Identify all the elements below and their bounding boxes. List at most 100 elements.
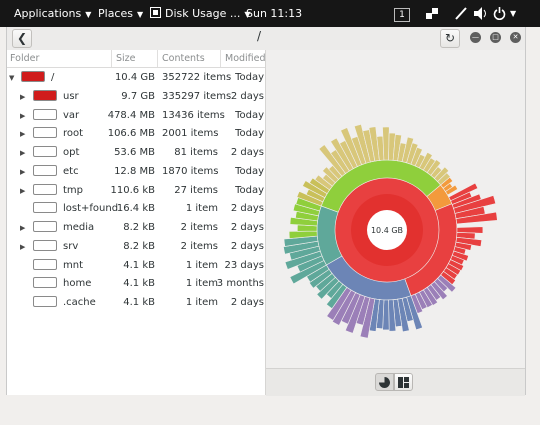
- folder-modified: 2 days: [230, 297, 264, 308]
- header-bar: ❮ / ↻ — □ ✕: [7, 27, 525, 51]
- table-row[interactable]: mnt 4.1 kB 1 item 23 days: [7, 256, 265, 275]
- clock[interactable]: Sun 11:13: [246, 0, 302, 27]
- directory-arc-segment[interactable]: [382, 126, 390, 161]
- table-row[interactable]: ▶ srv 8.2 kB 2 items 2 days: [7, 237, 265, 256]
- folder-contents: 2 items: [180, 240, 218, 252]
- folder-size: 16.4 kB: [116, 203, 155, 215]
- table-row[interactable]: home 4.1 kB 1 item 3 months: [7, 274, 265, 293]
- folder-contents: 27 items: [174, 184, 218, 196]
- path-title: /: [257, 29, 262, 43]
- expander-right-icon[interactable]: ▶: [20, 187, 25, 195]
- table-row[interactable]: ▼ / 10.4 GB 352722 items Today: [7, 68, 265, 87]
- folder-modified: Today: [235, 72, 264, 83]
- expander-down-icon[interactable]: ▼: [9, 74, 14, 82]
- folder-name: media: [63, 222, 95, 233]
- places-label: Places: [98, 7, 133, 20]
- back-button[interactable]: ❮: [12, 29, 32, 48]
- expander-right-icon[interactable]: ▶: [20, 93, 25, 101]
- folder-modified: Today: [235, 128, 264, 140]
- folder-size: 106.6 MB: [107, 128, 155, 140]
- expander-right-icon[interactable]: ▶: [20, 243, 25, 251]
- folder-size: 8.2 kB: [123, 222, 155, 233]
- folder-name: var: [63, 109, 80, 121]
- column-divider: [111, 50, 112, 67]
- expander-right-icon[interactable]: ▶: [20, 224, 25, 232]
- chevron-down-icon: ▼: [136, 10, 144, 19]
- table-row[interactable]: ▶ tmp 110.6 kB 27 items Today: [7, 181, 265, 200]
- table-row[interactable]: .cache 4.1 kB 1 item 2 days: [7, 293, 265, 312]
- folder-size: 4.1 kB: [123, 278, 155, 290]
- disk-usage-app-icon: [150, 7, 161, 18]
- folder-modified: 2 days: [230, 240, 264, 252]
- folder-modified: 3 months: [216, 278, 264, 290]
- workspace-indicator[interactable]: 1: [394, 8, 410, 22]
- folder-color-swatch: [33, 146, 57, 157]
- places-menu[interactable]: Places ▼: [98, 0, 143, 27]
- table-row[interactable]: ▶ opt 53.6 MB 81 items 2 days: [7, 143, 265, 162]
- folder-modified: Today: [235, 165, 264, 177]
- folder-size: 9.7 GB: [121, 90, 155, 102]
- folder-size: 4.1 kB: [123, 297, 155, 308]
- folder-color-swatch: [33, 221, 57, 232]
- applications-menu[interactable]: Applications ▼: [14, 0, 91, 27]
- rings-view-button[interactable]: [375, 373, 394, 391]
- column-divider: [220, 50, 221, 67]
- folder-color-swatch: [33, 239, 57, 251]
- table-row[interactable]: ▶ usr 9.7 GB 335297 items 2 days: [7, 87, 265, 106]
- folder-name: .cache: [63, 297, 96, 308]
- chevron-down-icon[interactable]: ▼: [510, 0, 516, 27]
- table-row[interactable]: lost+found 16.4 kB 1 item 2 days: [7, 199, 265, 218]
- folder-name: root: [63, 128, 84, 140]
- expander-right-icon[interactable]: ▶: [20, 130, 25, 138]
- pen-tablet-icon[interactable]: [455, 7, 467, 20]
- volume-icon[interactable]: [474, 7, 487, 20]
- expander-right-icon[interactable]: ▶: [20, 112, 25, 120]
- folder-size: 4.1 kB: [123, 259, 155, 271]
- folder-name: usr: [63, 90, 79, 102]
- folder-size: 53.6 MB: [114, 147, 155, 158]
- maximize-button[interactable]: □: [490, 32, 501, 43]
- folder-color-swatch: [33, 89, 57, 101]
- folder-color-swatch: [33, 202, 57, 214]
- column-contents[interactable]: Contents: [162, 53, 205, 64]
- center-size-label: 10.4 GB: [371, 226, 403, 235]
- power-icon[interactable]: [493, 7, 506, 20]
- rings-chart[interactable]: 10.4 GB: [266, 50, 525, 368]
- folder-modified: 2 days: [230, 203, 264, 215]
- rings-chart-icon: [379, 377, 390, 388]
- folder-color-swatch: [33, 127, 57, 139]
- minimize-button[interactable]: —: [470, 32, 481, 43]
- table-row[interactable]: ▶ etc 12.8 MB 1870 items Today: [7, 162, 265, 181]
- expander-right-icon[interactable]: ▶: [20, 149, 25, 157]
- folder-modified: 2 days: [230, 222, 264, 233]
- folder-contents: 81 items: [174, 147, 218, 158]
- folder-color-swatch: [33, 296, 57, 307]
- network-icon[interactable]: [426, 8, 439, 19]
- folder-color-swatch: [33, 164, 57, 176]
- folder-name: home: [63, 278, 92, 290]
- treemap-view-button[interactable]: [394, 373, 413, 391]
- view-switcher-bar: [266, 368, 525, 396]
- app-menu[interactable]: Disk Usage ... ▼: [150, 0, 251, 27]
- column-modified[interactable]: Modified: [225, 53, 266, 64]
- column-size[interactable]: Size: [116, 53, 136, 64]
- expander-right-icon[interactable]: ▶: [20, 168, 25, 176]
- folder-contents: 335297 items: [162, 90, 232, 102]
- folder-contents: 1 item: [185, 203, 218, 215]
- close-button[interactable]: ✕: [510, 32, 521, 43]
- app-name-label: Disk Usage ...: [165, 7, 241, 20]
- folder-name: tmp: [63, 184, 84, 196]
- folder-contents: 13436 items: [162, 109, 225, 121]
- folder-modified: Today: [235, 184, 264, 196]
- table-row[interactable]: ▶ root 106.6 MB 2001 items Today: [7, 124, 265, 143]
- folder-modified: 23 days: [224, 259, 264, 271]
- column-folder[interactable]: Folder: [10, 53, 39, 64]
- table-row[interactable]: ▶ var 478.4 MB 13436 items Today: [7, 106, 265, 125]
- disk-usage-window: ❮ / ↻ — □ ✕ Folder Size Contents Modifie…: [6, 27, 526, 396]
- chevron-down-icon: ▼: [85, 10, 92, 19]
- folder-size: 10.4 GB: [114, 72, 155, 83]
- folder-name: /: [51, 72, 55, 83]
- refresh-button[interactable]: ↻: [440, 29, 460, 48]
- folder-modified: 2 days: [230, 90, 264, 102]
- table-row[interactable]: ▶ media 8.2 kB 2 items 2 days: [7, 218, 265, 237]
